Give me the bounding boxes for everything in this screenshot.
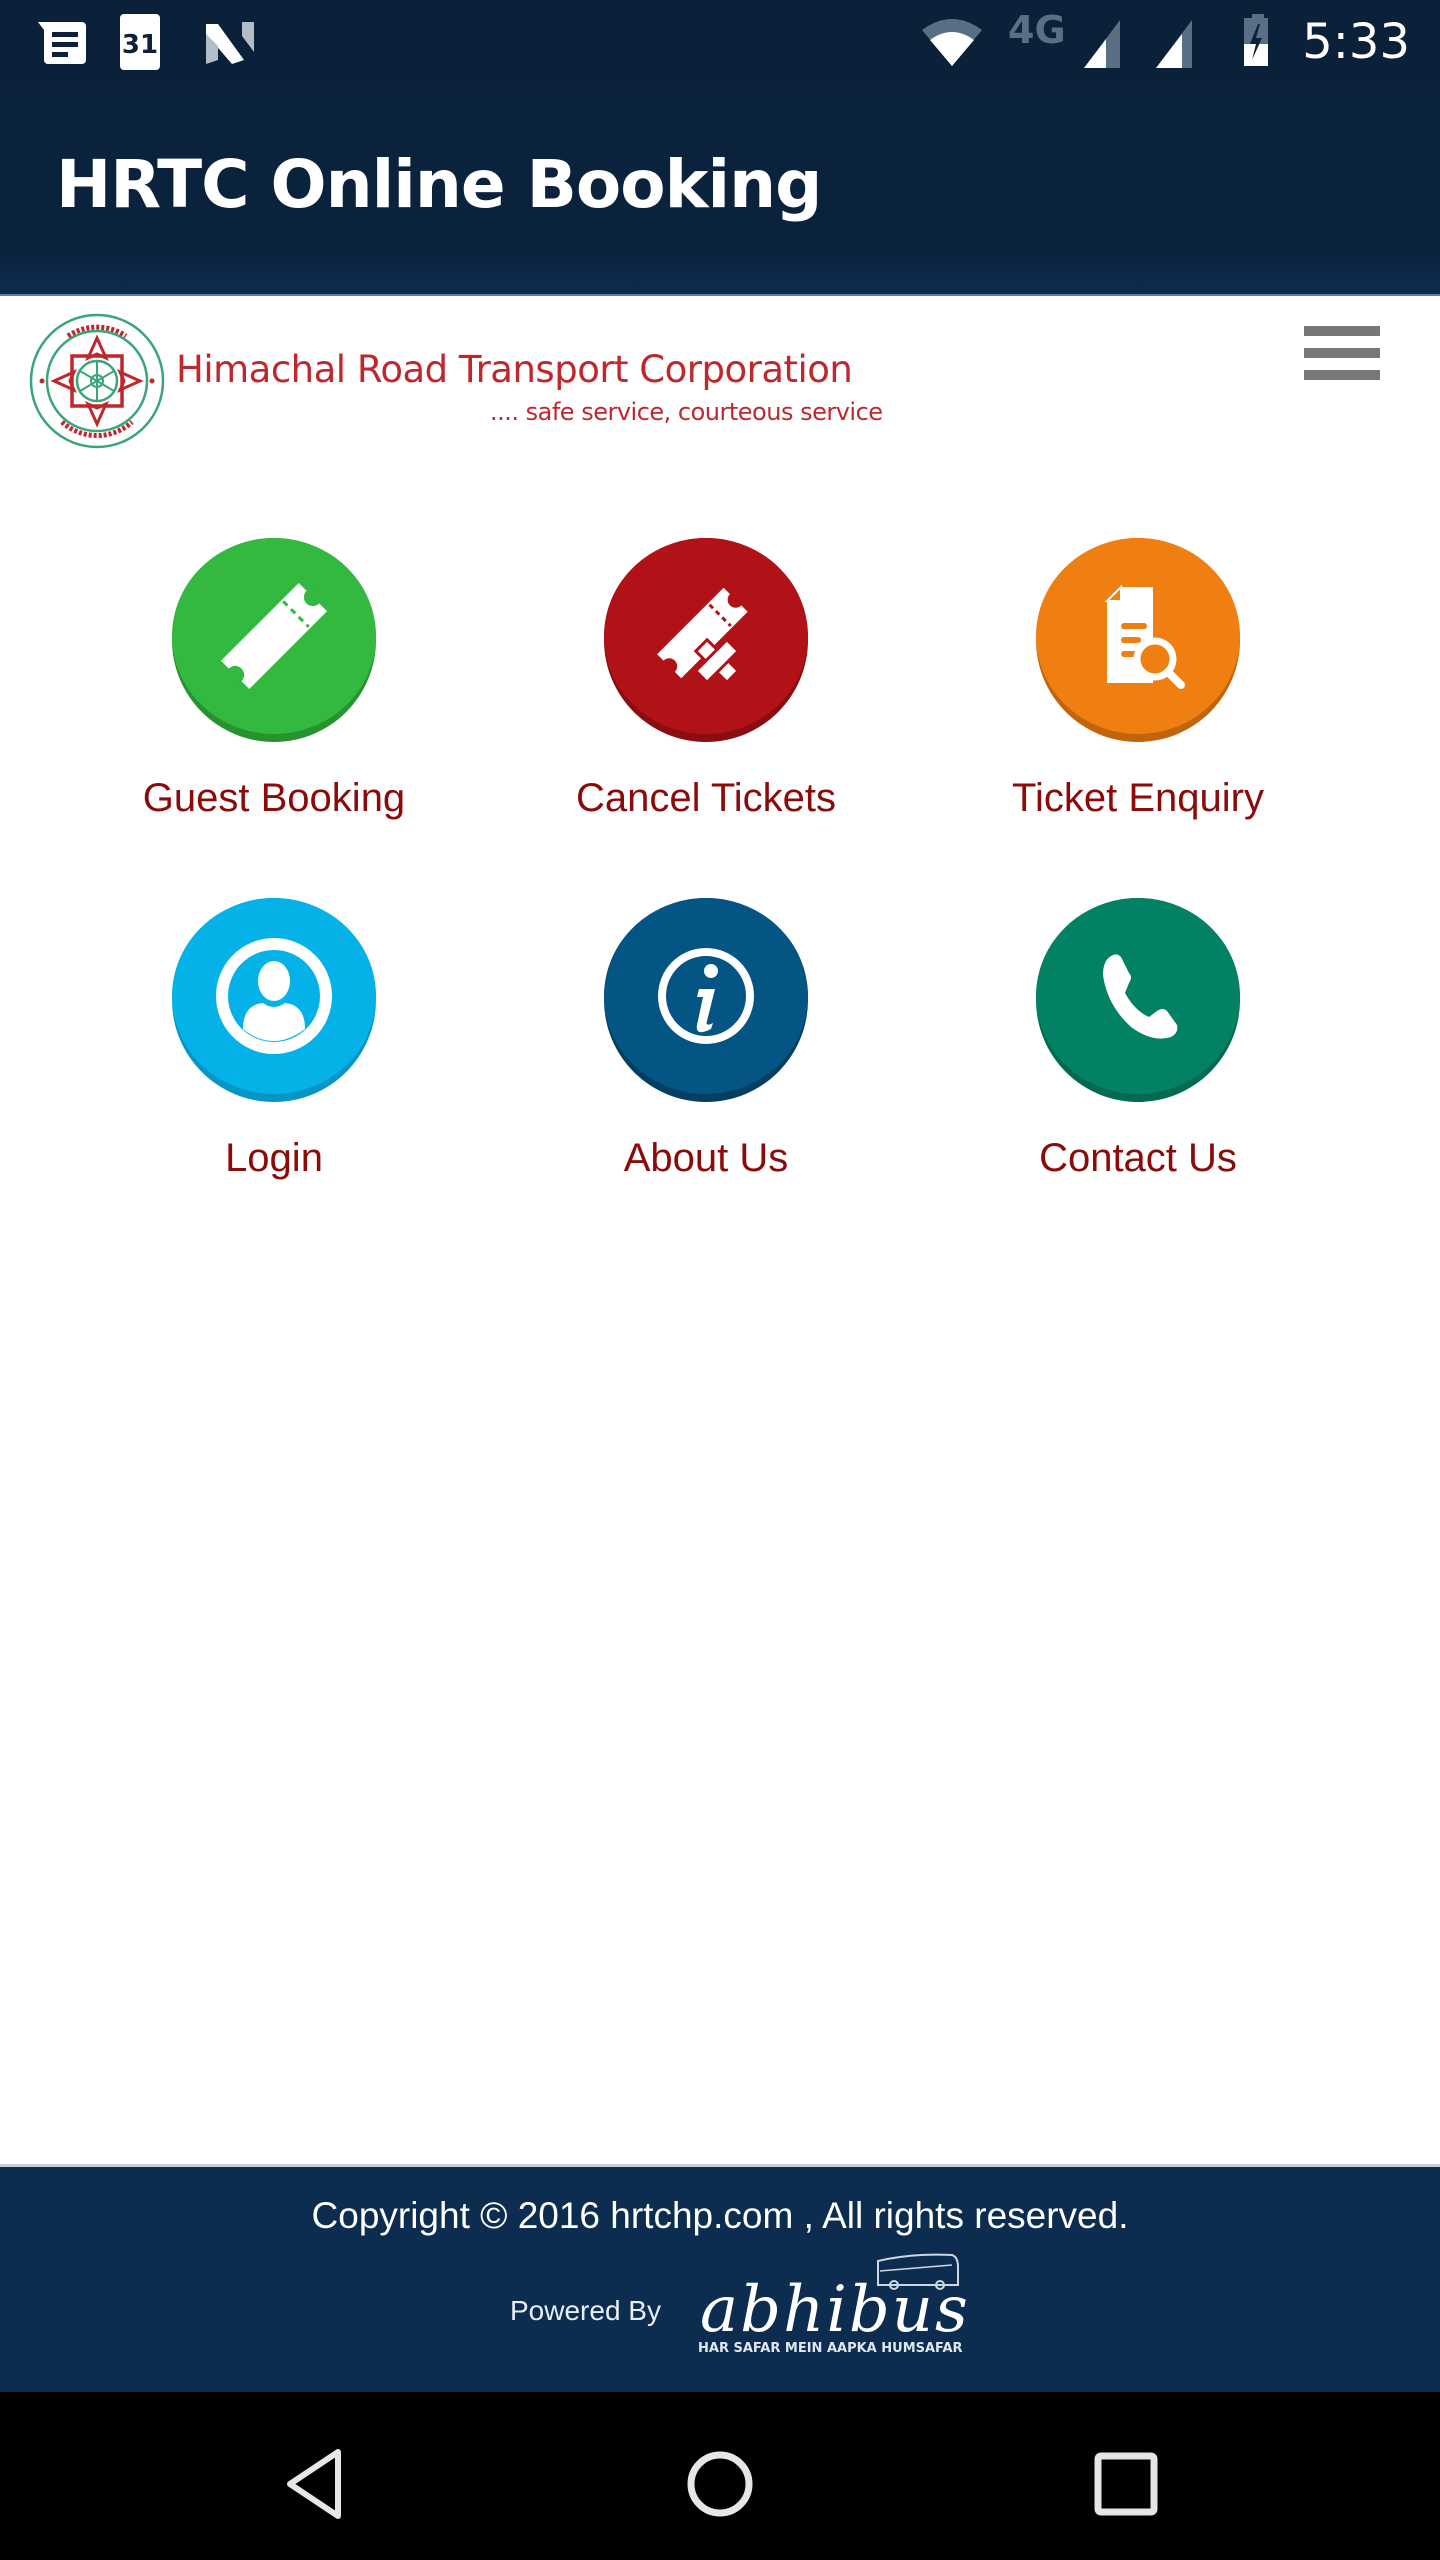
back-icon[interactable] (276, 2444, 356, 2524)
ticket-enquiry-tile[interactable]: Ticket Enquiry (928, 538, 1348, 821)
battery-charging-icon (1244, 14, 1268, 66)
signal-icon (1156, 20, 1192, 68)
powered-by-label: Powered By (510, 2295, 661, 2326)
site-footer: Copyright © 2016 hrtchp.com , All rights… (0, 2164, 1440, 2392)
system-nav-bar (0, 2392, 1440, 2560)
contact-us-tile[interactable]: Contact Us (928, 898, 1348, 1181)
tile-label: Guest Booking (142, 776, 406, 820)
hrtc-emblem-logo[interactable] (28, 312, 166, 450)
calendar-icon: 31 (120, 14, 160, 70)
tile-label: Login (225, 1136, 323, 1180)
cancel-ticket-icon (657, 587, 748, 685)
about-us-tile[interactable]: About Us (496, 898, 916, 1181)
app-bar: HRTC Online Booking (0, 84, 1440, 296)
tile-label: Contact Us (1039, 1136, 1237, 1180)
menu-bar (1304, 326, 1380, 336)
tile-label: Ticket Enquiry (1012, 776, 1264, 820)
status-time: 5:33 (1302, 14, 1410, 70)
copyright-text: Copyright © 2016 hrtchp.com , All rights… (311, 2195, 1129, 2236)
menu-bar (1304, 370, 1380, 380)
document-search-icon (1104, 584, 1185, 689)
info-icon (658, 948, 754, 1044)
cancel-tickets-tile[interactable]: Cancel Tickets (496, 538, 916, 821)
phone-icon (1103, 954, 1178, 1039)
status-bar: 31 4G 5:33 (0, 0, 1440, 84)
about-us-button[interactable] (604, 898, 808, 1102)
guest-booking-tile[interactable]: Guest Booking (64, 538, 484, 821)
ticket-enquiry-button[interactable] (1036, 538, 1240, 742)
guest-booking-button[interactable] (172, 538, 376, 742)
home-icon[interactable] (680, 2444, 760, 2524)
hamburger-menu-icon[interactable] (1304, 326, 1380, 386)
contact-us-button[interactable] (1036, 898, 1240, 1102)
recents-icon[interactable] (1086, 2444, 1166, 2524)
screen: 31 4G 5:33 HRTC Online Booking Himachal … (0, 0, 1440, 2560)
brand-name: Himachal Road Transport Corporation (176, 348, 853, 391)
tile-label: About Us (623, 1136, 789, 1180)
signal-icon (1084, 20, 1120, 68)
cancel-tickets-button[interactable] (604, 538, 808, 742)
network-type: 4G (1008, 8, 1066, 52)
user-icon (216, 938, 332, 1054)
n-logo-icon (206, 22, 254, 64)
abhibus-logo[interactable]: abhibus HAR SAFAR MEIN AAPKA HUMSAFAR (694, 2251, 968, 2361)
menu-bar (1304, 348, 1380, 358)
site-header: Himachal Road Transport Corporation ....… (0, 298, 1440, 458)
partner-name: abhibus (700, 2273, 970, 2347)
notes-icon (38, 22, 86, 64)
login-button[interactable] (172, 898, 376, 1102)
partner-tagline: HAR SAFAR MEIN AAPKA HUMSAFAR (698, 2341, 963, 2356)
calendar-day: 31 (121, 30, 159, 60)
ticket-icon (220, 582, 328, 690)
brand-tagline: .... safe service, courteous service (490, 398, 883, 426)
tile-label: Cancel Tickets (575, 776, 837, 820)
app-title: HRTC Online Booking (56, 146, 822, 223)
login-tile[interactable]: Login (64, 898, 484, 1181)
wifi-icon (922, 19, 982, 66)
